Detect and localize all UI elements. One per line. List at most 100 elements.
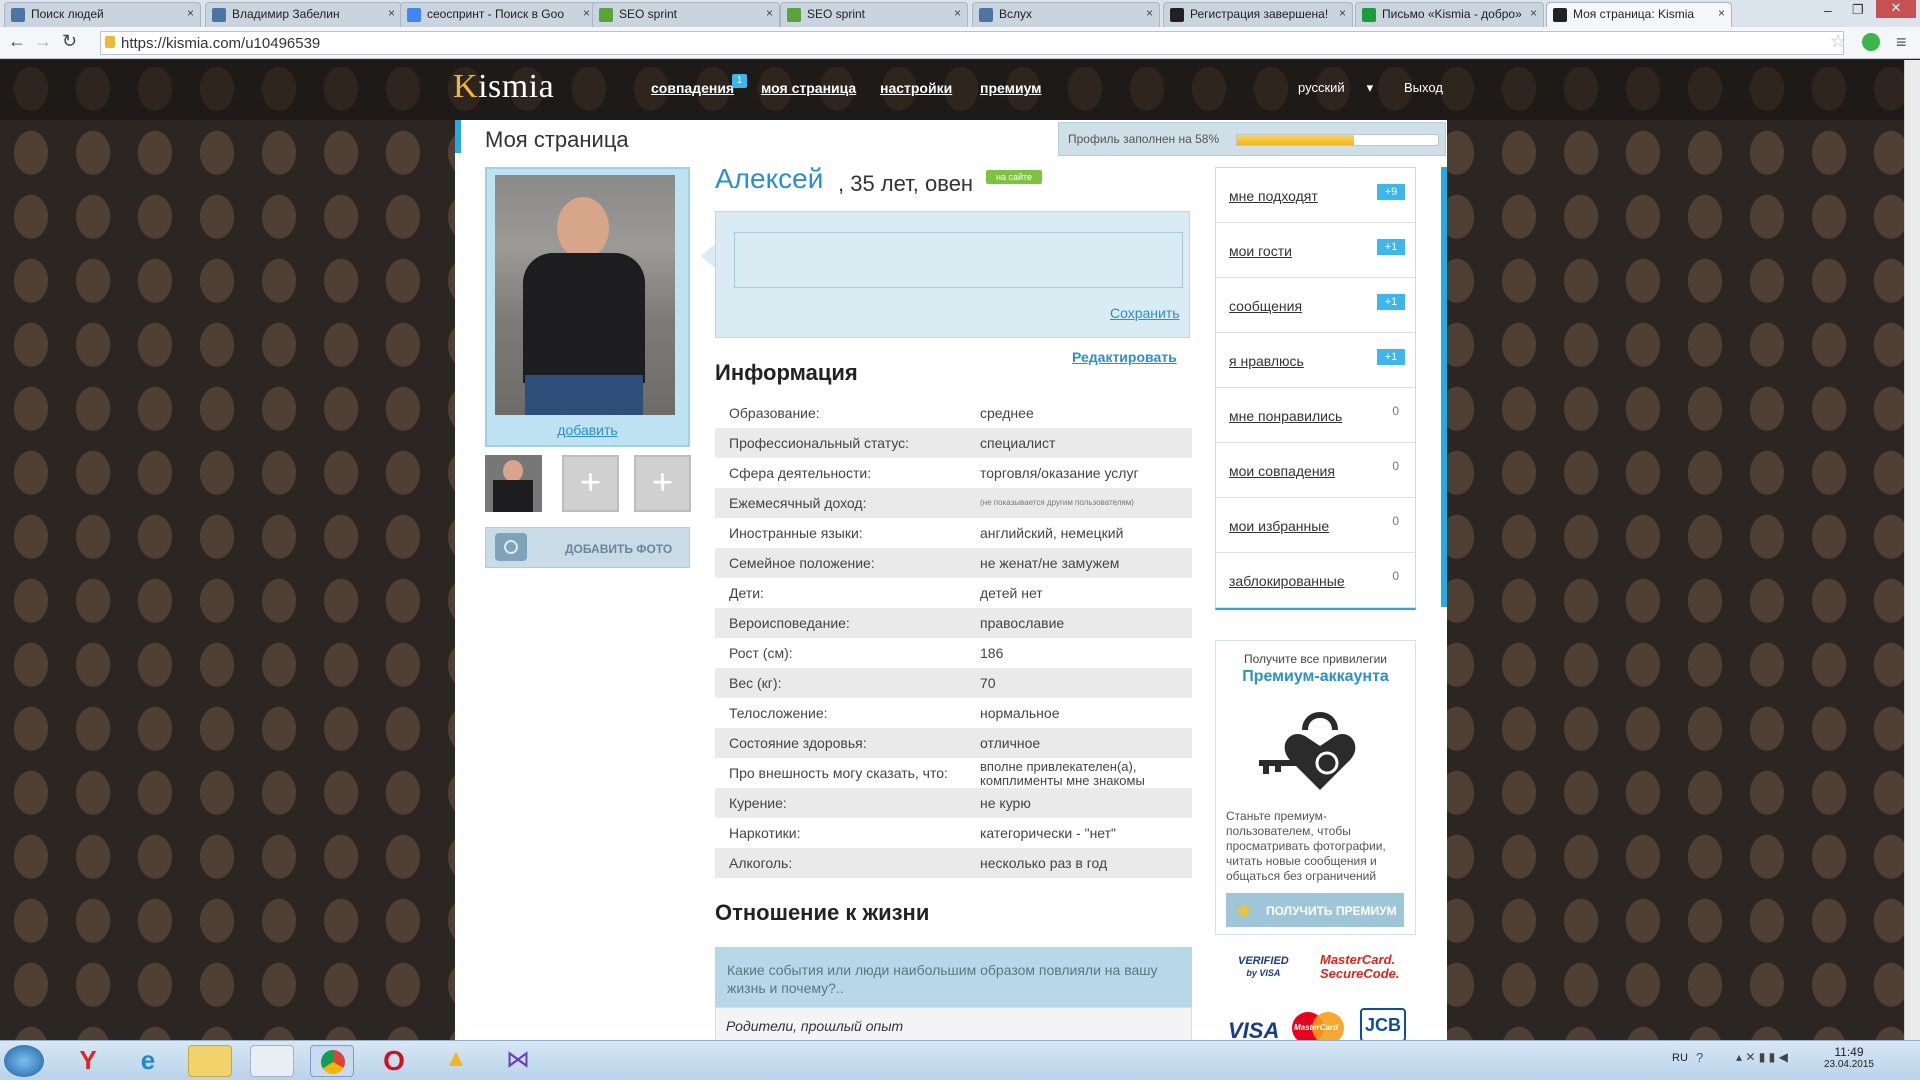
maximize-icon[interactable]: ❐ bbox=[1852, 2, 1874, 18]
help-icon[interactable]: ? bbox=[1696, 1050, 1703, 1065]
camera-lens bbox=[504, 540, 518, 554]
tray-icons[interactable]: ▴ ✕ ▮ ▮ ◀ bbox=[1736, 1050, 1788, 1064]
add-photo-slot[interactable]: + bbox=[562, 455, 619, 512]
sidebar-item[interactable]: мои гости +1 bbox=[1216, 223, 1415, 278]
minimize-icon[interactable]: – bbox=[1824, 2, 1846, 18]
tab-close-icon[interactable]: × bbox=[1146, 6, 1153, 20]
tab-close-icon[interactable]: × bbox=[954, 6, 961, 20]
progress-label: Профиль заполнен на 58% bbox=[1068, 132, 1220, 146]
kismia-logo[interactable]: Kismia bbox=[453, 68, 554, 106]
tab-close-icon[interactable]: × bbox=[1718, 6, 1725, 20]
sidebar-item-label[interactable]: мои совпадения bbox=[1229, 463, 1335, 479]
sidebar-item-label[interactable]: сообщения bbox=[1229, 298, 1302, 314]
extension-icon[interactable] bbox=[1862, 33, 1880, 51]
info-row: Вес (кг): 70 bbox=[715, 668, 1192, 698]
info-row: Вероисповедание: православие bbox=[715, 608, 1192, 638]
nav-settings[interactable]: настройки bbox=[880, 80, 952, 96]
sidebar-item[interactable]: мне понравились 0 bbox=[1216, 388, 1415, 443]
logout-link[interactable]: Выход bbox=[1404, 80, 1443, 95]
browser-tab[interactable]: Моя страница: Kismia × bbox=[1546, 2, 1732, 27]
status-input[interactable] bbox=[734, 232, 1183, 288]
sidebar-item-label[interactable]: мне подходят bbox=[1229, 188, 1318, 204]
info-value: несколько раз в год bbox=[980, 855, 1108, 871]
premium-title: Премиум-аккаунта bbox=[1242, 668, 1389, 685]
photo-thumbnail[interactable] bbox=[485, 455, 542, 512]
chrome-taskbar-button[interactable] bbox=[310, 1045, 354, 1077]
start-button[interactable] bbox=[4, 1045, 44, 1077]
tab-title: Поиск людей bbox=[31, 7, 104, 21]
profile-photo[interactable] bbox=[495, 175, 675, 415]
browser-tab[interactable]: Письмо «Kismia - добро» × bbox=[1355, 2, 1544, 27]
info-label: Рост (см): bbox=[729, 645, 793, 661]
file-explorer-icon[interactable] bbox=[188, 1045, 232, 1077]
sidebar-item-label[interactable]: мои гости bbox=[1229, 243, 1292, 259]
sidebar-count-badge: +9 bbox=[1377, 184, 1405, 200]
sidebar-item[interactable]: мои совпадения 0 bbox=[1216, 443, 1415, 498]
bookmark-star-icon[interactable]: ☆ bbox=[1830, 31, 1846, 52]
address-bar[interactable]: https://kismia.com/u10496539 bbox=[100, 31, 1844, 55]
nav-matches[interactable]: совпадения bbox=[651, 80, 734, 96]
sidebar-item-label[interactable]: я нравлюсь bbox=[1229, 353, 1304, 369]
sidebar-item-label[interactable]: мне понравились bbox=[1229, 408, 1342, 424]
save-button[interactable]: Сохранить bbox=[1110, 305, 1180, 321]
browser-tab[interactable]: SEO sprint × bbox=[780, 2, 968, 27]
browser-tab[interactable]: Регистрация завершена! × bbox=[1163, 2, 1353, 27]
add-link[interactable]: добавить bbox=[485, 422, 690, 438]
info-value: категорически - "нет" bbox=[980, 825, 1117, 841]
language-select[interactable]: русский ▾ bbox=[1298, 80, 1373, 96]
info-label: Дети: bbox=[729, 585, 764, 601]
tab-close-icon[interactable]: × bbox=[187, 6, 194, 20]
browser-tab[interactable]: сеоспринт - Поиск в Goo × bbox=[400, 2, 597, 27]
tab-close-icon[interactable]: × bbox=[1530, 6, 1537, 20]
add-photo-slot[interactable]: + bbox=[634, 455, 691, 512]
sidebar-item-label[interactable]: мои избранные bbox=[1229, 518, 1329, 534]
matches-badge: 1 bbox=[732, 74, 747, 88]
camera-icon bbox=[495, 533, 527, 561]
info-label: Про внешность могу сказать, что: bbox=[729, 765, 948, 781]
tab-close-icon[interactable]: × bbox=[583, 6, 590, 20]
sidebar-item[interactable]: я нравлюсь +1 bbox=[1216, 333, 1415, 388]
chevron-down-icon: ▾ bbox=[1366, 80, 1374, 95]
nav-premium[interactable]: премиум bbox=[980, 80, 1042, 96]
sidebar-item[interactable]: сообщения +1 bbox=[1216, 278, 1415, 333]
tab-close-icon[interactable]: × bbox=[388, 6, 395, 20]
sidebar-count-badge: +1 bbox=[1377, 294, 1405, 310]
securecode-line1: MasterCard. bbox=[1320, 952, 1396, 967]
browser-tab[interactable]: SEO sprint × bbox=[592, 2, 780, 27]
info-value: среднее bbox=[980, 405, 1034, 421]
verified-line2: by VISA bbox=[1246, 968, 1281, 978]
sidebar-item-label[interactable]: заблокированные bbox=[1229, 573, 1345, 589]
info-value: не курю bbox=[980, 795, 1031, 811]
verified-line1: VERIFIED bbox=[1238, 955, 1289, 967]
tab-title: сеоспринт - Поиск в Goo bbox=[427, 7, 564, 21]
app-icon[interactable]: ▲ bbox=[434, 1045, 478, 1077]
media-player-icon[interactable] bbox=[250, 1045, 294, 1077]
page-scrollbar[interactable] bbox=[1904, 60, 1920, 1040]
info-value: нормальное bbox=[980, 705, 1060, 721]
tab-close-icon[interactable]: × bbox=[1339, 6, 1346, 20]
internet-explorer-icon[interactable]: e bbox=[126, 1045, 170, 1077]
nav-my-page[interactable]: моя страница bbox=[761, 80, 856, 96]
info-value: торговля/оказание услуг bbox=[980, 465, 1139, 481]
forward-icon[interactable]: → bbox=[34, 31, 52, 52]
visual-studio-icon[interactable]: ⋈ bbox=[496, 1045, 540, 1077]
back-icon[interactable]: ← bbox=[8, 31, 26, 52]
info-heading: Информация bbox=[715, 360, 858, 385]
browser-tab[interactable]: Вслух × bbox=[972, 2, 1160, 27]
yandex-browser-icon[interactable]: Y bbox=[66, 1045, 110, 1077]
close-window-icon[interactable]: ✕ bbox=[1876, 0, 1916, 18]
reload-icon[interactable]: ↻ bbox=[62, 31, 77, 52]
sidebar-item[interactable]: заблокированные 0 bbox=[1216, 553, 1415, 608]
photo-face bbox=[557, 197, 609, 259]
sidebar-item[interactable]: мне подходят +9 bbox=[1216, 168, 1415, 223]
info-value: отличное bbox=[980, 735, 1041, 751]
menu-icon[interactable]: ≡ bbox=[1896, 32, 1907, 53]
browser-tab[interactable]: Владимир Забелин × bbox=[205, 2, 402, 27]
clock[interactable]: 11:49 23.04.2015 bbox=[1824, 1045, 1874, 1070]
tab-close-icon[interactable]: × bbox=[766, 6, 773, 20]
browser-tab[interactable]: Поиск людей × bbox=[4, 2, 201, 27]
language-indicator[interactable]: RU bbox=[1672, 1052, 1688, 1064]
edit-link[interactable]: Редактировать bbox=[1072, 349, 1177, 365]
opera-icon[interactable]: O bbox=[372, 1045, 416, 1077]
sidebar-item[interactable]: мои избранные 0 bbox=[1216, 498, 1415, 553]
